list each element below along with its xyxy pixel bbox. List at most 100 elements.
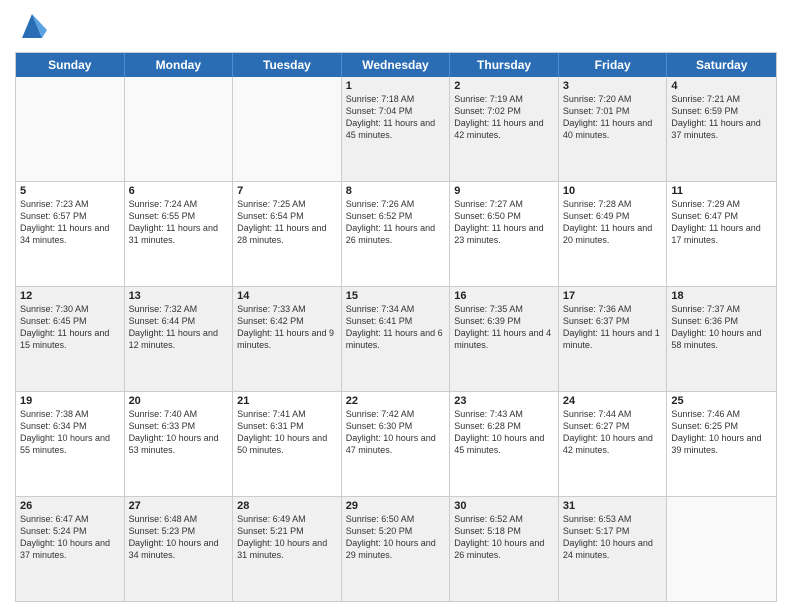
daylight-text: Daylight: 11 hours and 34 minutes.	[20, 222, 120, 246]
cal-header-saturday: Saturday	[667, 53, 776, 77]
day-number: 5	[20, 185, 120, 197]
cal-cell	[16, 77, 125, 181]
cal-week-1: 5Sunrise: 7:23 AMSunset: 6:57 PMDaylight…	[16, 182, 776, 287]
sunrise-text: Sunrise: 7:38 AM	[20, 408, 120, 420]
sunrise-text: Sunrise: 7:26 AM	[346, 198, 446, 210]
daylight-text: Daylight: 11 hours and 17 minutes.	[671, 222, 772, 246]
sunrise-text: Sunrise: 7:37 AM	[671, 303, 772, 315]
sunset-text: Sunset: 6:57 PM	[20, 210, 120, 222]
day-number: 21	[237, 395, 337, 407]
cal-cell: 16Sunrise: 7:35 AMSunset: 6:39 PMDayligh…	[450, 287, 559, 391]
cal-cell: 13Sunrise: 7:32 AMSunset: 6:44 PMDayligh…	[125, 287, 234, 391]
sunset-text: Sunset: 6:36 PM	[671, 315, 772, 327]
sunrise-text: Sunrise: 7:30 AM	[20, 303, 120, 315]
cal-header-sunday: Sunday	[16, 53, 125, 77]
daylight-text: Daylight: 11 hours and 6 minutes.	[346, 327, 446, 351]
cal-week-2: 12Sunrise: 7:30 AMSunset: 6:45 PMDayligh…	[16, 287, 776, 392]
sunset-text: Sunset: 5:18 PM	[454, 525, 554, 537]
cal-cell: 6Sunrise: 7:24 AMSunset: 6:55 PMDaylight…	[125, 182, 234, 286]
day-number: 4	[671, 80, 772, 92]
cal-cell: 21Sunrise: 7:41 AMSunset: 6:31 PMDayligh…	[233, 392, 342, 496]
day-number: 16	[454, 290, 554, 302]
sunrise-text: Sunrise: 7:23 AM	[20, 198, 120, 210]
sunrise-text: Sunrise: 7:20 AM	[563, 93, 663, 105]
sunset-text: Sunset: 6:39 PM	[454, 315, 554, 327]
sunrise-text: Sunrise: 7:43 AM	[454, 408, 554, 420]
sunset-text: Sunset: 6:27 PM	[563, 420, 663, 432]
daylight-text: Daylight: 10 hours and 55 minutes.	[20, 432, 120, 456]
cal-cell: 9Sunrise: 7:27 AMSunset: 6:50 PMDaylight…	[450, 182, 559, 286]
page: SundayMondayTuesdayWednesdayThursdayFrid…	[0, 0, 792, 612]
cal-cell: 10Sunrise: 7:28 AMSunset: 6:49 PMDayligh…	[559, 182, 668, 286]
day-number: 19	[20, 395, 120, 407]
daylight-text: Daylight: 11 hours and 4 minutes.	[454, 327, 554, 351]
cal-cell: 2Sunrise: 7:19 AMSunset: 7:02 PMDaylight…	[450, 77, 559, 181]
day-number: 10	[563, 185, 663, 197]
cal-cell: 14Sunrise: 7:33 AMSunset: 6:42 PMDayligh…	[233, 287, 342, 391]
cal-cell: 31Sunrise: 6:53 AMSunset: 5:17 PMDayligh…	[559, 497, 668, 601]
sunrise-text: Sunrise: 7:27 AM	[454, 198, 554, 210]
cal-cell: 15Sunrise: 7:34 AMSunset: 6:41 PMDayligh…	[342, 287, 451, 391]
sunrise-text: Sunrise: 7:29 AM	[671, 198, 772, 210]
daylight-text: Daylight: 11 hours and 28 minutes.	[237, 222, 337, 246]
daylight-text: Daylight: 10 hours and 34 minutes.	[129, 537, 229, 561]
sunrise-text: Sunrise: 7:18 AM	[346, 93, 446, 105]
cal-cell: 5Sunrise: 7:23 AMSunset: 6:57 PMDaylight…	[16, 182, 125, 286]
day-number: 23	[454, 395, 554, 407]
sunset-text: Sunset: 6:31 PM	[237, 420, 337, 432]
day-number: 12	[20, 290, 120, 302]
sunset-text: Sunset: 6:30 PM	[346, 420, 446, 432]
cal-cell: 1Sunrise: 7:18 AMSunset: 7:04 PMDaylight…	[342, 77, 451, 181]
day-number: 24	[563, 395, 663, 407]
daylight-text: Daylight: 11 hours and 45 minutes.	[346, 117, 446, 141]
cal-header-monday: Monday	[125, 53, 234, 77]
calendar-header-row: SundayMondayTuesdayWednesdayThursdayFrid…	[16, 53, 776, 77]
day-number: 14	[237, 290, 337, 302]
cal-cell: 19Sunrise: 7:38 AMSunset: 6:34 PMDayligh…	[16, 392, 125, 496]
calendar: SundayMondayTuesdayWednesdayThursdayFrid…	[15, 52, 777, 602]
daylight-text: Daylight: 10 hours and 29 minutes.	[346, 537, 446, 561]
daylight-text: Daylight: 11 hours and 40 minutes.	[563, 117, 663, 141]
cal-cell: 28Sunrise: 6:49 AMSunset: 5:21 PMDayligh…	[233, 497, 342, 601]
cal-header-thursday: Thursday	[450, 53, 559, 77]
cal-cell: 26Sunrise: 6:47 AMSunset: 5:24 PMDayligh…	[16, 497, 125, 601]
sunrise-text: Sunrise: 6:48 AM	[129, 513, 229, 525]
daylight-text: Daylight: 10 hours and 45 minutes.	[454, 432, 554, 456]
sunset-text: Sunset: 7:01 PM	[563, 105, 663, 117]
sunrise-text: Sunrise: 6:50 AM	[346, 513, 446, 525]
sunset-text: Sunset: 5:17 PM	[563, 525, 663, 537]
sunset-text: Sunset: 6:50 PM	[454, 210, 554, 222]
day-number: 13	[129, 290, 229, 302]
sunset-text: Sunset: 6:44 PM	[129, 315, 229, 327]
daylight-text: Daylight: 11 hours and 31 minutes.	[129, 222, 229, 246]
sunrise-text: Sunrise: 7:21 AM	[671, 93, 772, 105]
sunset-text: Sunset: 5:23 PM	[129, 525, 229, 537]
sunset-text: Sunset: 6:49 PM	[563, 210, 663, 222]
cal-cell: 24Sunrise: 7:44 AMSunset: 6:27 PMDayligh…	[559, 392, 668, 496]
sunset-text: Sunset: 6:25 PM	[671, 420, 772, 432]
day-number: 3	[563, 80, 663, 92]
daylight-text: Daylight: 10 hours and 31 minutes.	[237, 537, 337, 561]
cal-cell: 7Sunrise: 7:25 AMSunset: 6:54 PMDaylight…	[233, 182, 342, 286]
day-number: 28	[237, 500, 337, 512]
cal-cell	[125, 77, 234, 181]
day-number: 20	[129, 395, 229, 407]
daylight-text: Daylight: 10 hours and 58 minutes.	[671, 327, 772, 351]
sunset-text: Sunset: 6:47 PM	[671, 210, 772, 222]
sunset-text: Sunset: 5:20 PM	[346, 525, 446, 537]
sunrise-text: Sunrise: 7:42 AM	[346, 408, 446, 420]
cal-cell: 23Sunrise: 7:43 AMSunset: 6:28 PMDayligh…	[450, 392, 559, 496]
sunset-text: Sunset: 6:55 PM	[129, 210, 229, 222]
day-number: 7	[237, 185, 337, 197]
cal-header-wednesday: Wednesday	[342, 53, 451, 77]
daylight-text: Daylight: 11 hours and 23 minutes.	[454, 222, 554, 246]
cal-cell: 29Sunrise: 6:50 AMSunset: 5:20 PMDayligh…	[342, 497, 451, 601]
sunrise-text: Sunrise: 7:34 AM	[346, 303, 446, 315]
sunrise-text: Sunrise: 7:33 AM	[237, 303, 337, 315]
cal-header-friday: Friday	[559, 53, 668, 77]
day-number: 9	[454, 185, 554, 197]
sunrise-text: Sunrise: 7:19 AM	[454, 93, 554, 105]
daylight-text: Daylight: 11 hours and 20 minutes.	[563, 222, 663, 246]
daylight-text: Daylight: 10 hours and 24 minutes.	[563, 537, 663, 561]
cal-cell: 27Sunrise: 6:48 AMSunset: 5:23 PMDayligh…	[125, 497, 234, 601]
